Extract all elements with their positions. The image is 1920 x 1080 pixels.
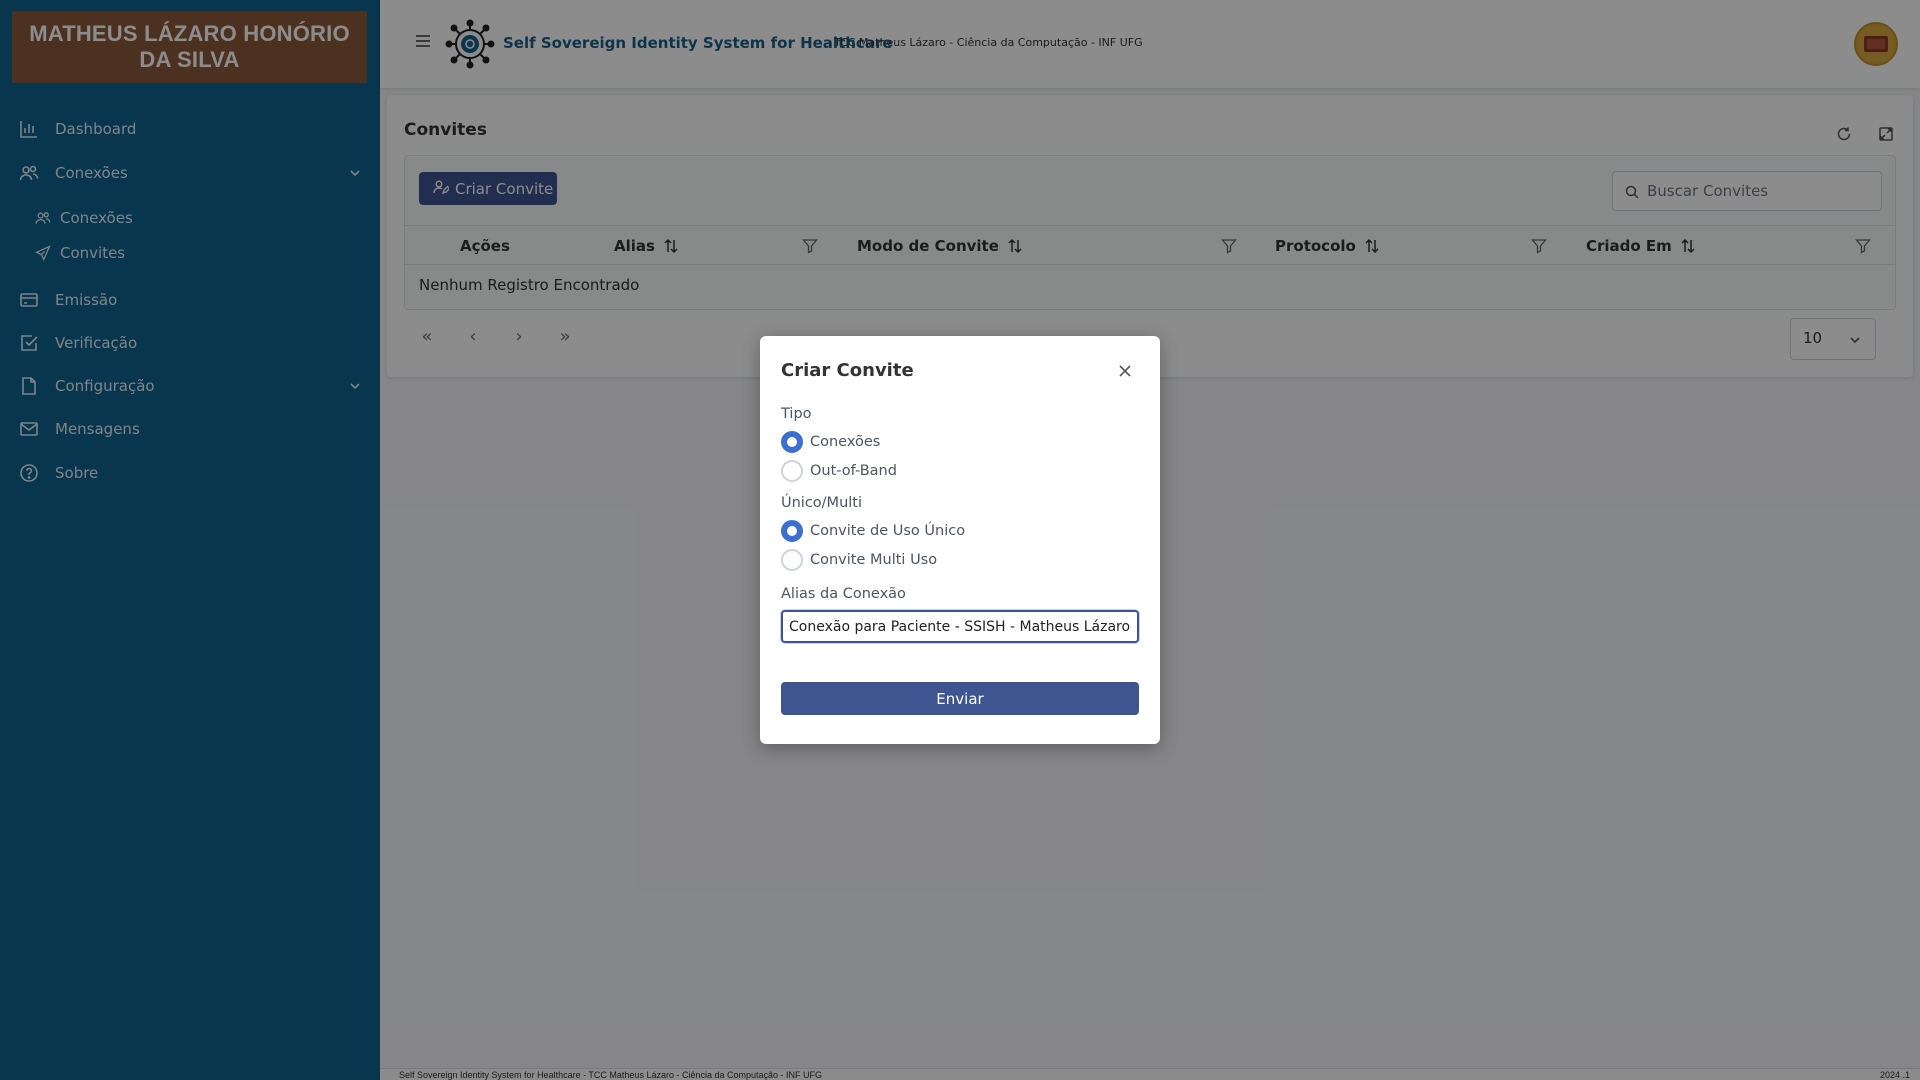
radio-out-of-band[interactable]	[781, 460, 803, 482]
radio-conexoes[interactable]	[781, 431, 803, 453]
send-button[interactable]: Enviar	[781, 682, 1139, 715]
radio-multi-uso[interactable]	[781, 549, 803, 571]
alias-input[interactable]	[781, 610, 1139, 643]
radio-uso-unico[interactable]	[781, 520, 803, 542]
use-label: Único/Multi	[781, 495, 863, 511]
radio-multi-uso-label[interactable]: Convite Multi Uso	[810, 552, 937, 568]
radio-uso-unico-label[interactable]: Convite de Uso Único	[810, 523, 965, 539]
dialog-title: Criar Convite	[781, 360, 914, 381]
close-icon[interactable]	[1114, 360, 1136, 382]
create-invite-dialog: Criar Convite Tipo Conexões Out-of-Band …	[760, 336, 1160, 744]
send-button-label: Enviar	[936, 689, 984, 708]
radio-conexoes-label[interactable]: Conexões	[810, 434, 880, 450]
alias-label: Alias da Conexão	[781, 586, 906, 602]
type-label: Tipo	[781, 406, 812, 422]
radio-out-of-band-label[interactable]: Out-of-Band	[810, 463, 897, 479]
